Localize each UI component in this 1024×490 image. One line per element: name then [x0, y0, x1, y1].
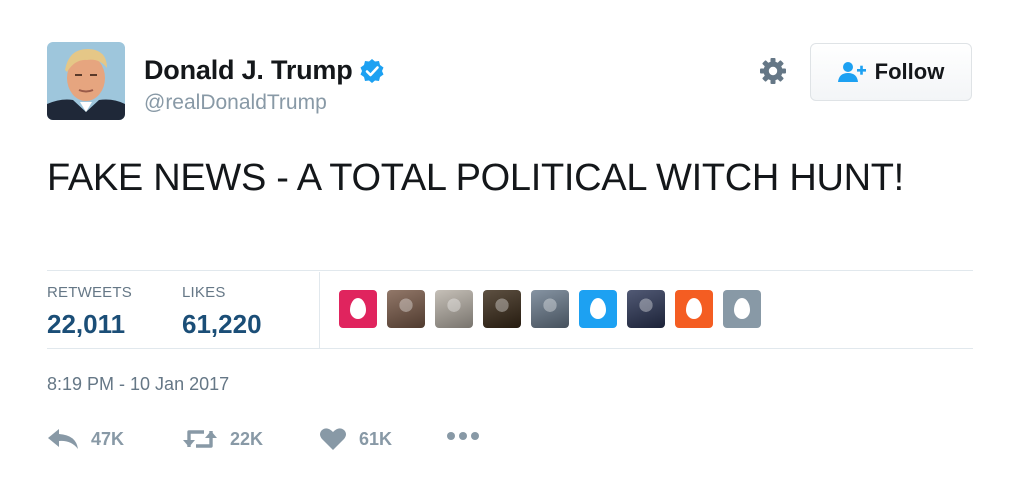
like-button[interactable]: 61K: [319, 427, 392, 451]
liker-avatar[interactable]: [675, 290, 713, 328]
egg-icon: [590, 298, 606, 319]
gear-icon[interactable]: [758, 56, 788, 86]
likes-label: LIKES: [182, 284, 226, 301]
liker-avatar[interactable]: [483, 290, 521, 328]
reply-icon: [48, 429, 78, 449]
liker-avatar[interactable]: [387, 290, 425, 328]
more-button[interactable]: [446, 431, 480, 441]
retweets-label: RETWEETS: [47, 284, 132, 301]
liker-avatar[interactable]: [435, 290, 473, 328]
heart-icon: [320, 428, 346, 450]
likes-stat[interactable]: LIKES 61,220: [182, 284, 262, 340]
stats-top-divider: [47, 270, 973, 271]
liker-avatar[interactable]: [531, 290, 569, 328]
like-count: 61K: [359, 428, 393, 449]
liker-avatar[interactable]: [723, 290, 761, 328]
avatar[interactable]: [47, 42, 125, 120]
liker-avatar[interactable]: [339, 290, 377, 328]
follow-button[interactable]: Follow: [810, 43, 972, 101]
likes-value: 61,220: [182, 309, 262, 339]
liker-avatar[interactable]: [579, 290, 617, 328]
egg-icon: [734, 298, 750, 319]
add-user-icon: [837, 62, 866, 82]
retweet-icon: [183, 430, 217, 448]
reply-button[interactable]: 47K: [47, 427, 124, 451]
egg-icon: [686, 298, 702, 319]
reply-count: 47K: [91, 428, 125, 449]
retweet-count: 22K: [230, 428, 264, 449]
retweets-value: 22,011: [47, 309, 126, 339]
retweets-stat[interactable]: RETWEETS 22,011: [47, 284, 132, 340]
follow-label: Follow: [874, 59, 945, 84]
verified-badge-icon: [360, 58, 384, 83]
stats-bottom-divider: [47, 348, 973, 349]
tweet-timestamp[interactable]: 8:19 PM - 10 Jan 2017: [47, 374, 229, 395]
user-handle[interactable]: @realDonaldTrump: [144, 91, 327, 115]
retweet-button[interactable]: 22K: [182, 427, 263, 451]
display-name[interactable]: Donald J. Trump: [144, 55, 353, 86]
more-dots-icon: [447, 432, 479, 440]
liker-avatars: [339, 290, 771, 328]
liker-avatar[interactable]: [627, 290, 665, 328]
stats-vertical-divider: [319, 272, 320, 349]
egg-icon: [350, 298, 366, 319]
tweet-text: FAKE NEWS - A TOTAL POLITICAL WITCH HUNT…: [47, 157, 904, 199]
name-row: Donald J. Trump: [144, 55, 385, 86]
